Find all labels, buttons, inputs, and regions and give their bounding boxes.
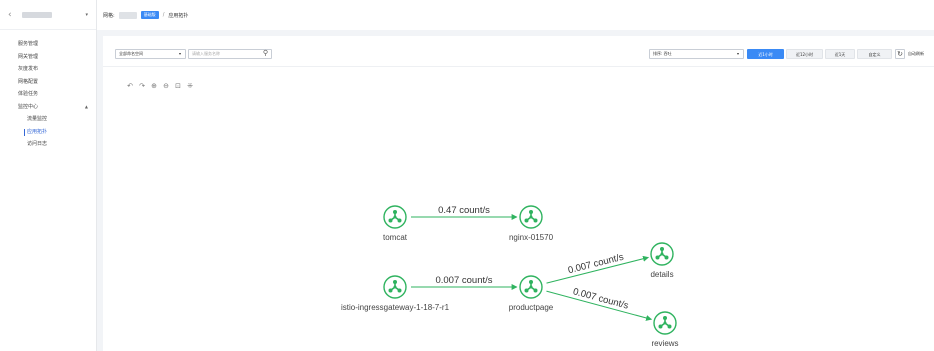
node-label: nginx-01570: [509, 233, 554, 242]
sidebar: ‹ ▾ 服务管理 网关管理 灰度发布 网格配置 体验任务 监控中心 ▲ 流量监控…: [0, 0, 97, 351]
topology-graph: 0.47 count/s 0.007 count/s 0.007 count/s 0.…: [341, 205, 679, 348]
sidebar-item-app-topology[interactable]: 应用拓扑: [0, 126, 96, 139]
breadcrumb-current: 应用拓扑: [168, 12, 189, 19]
sidebar-item-label: 网格配置: [18, 78, 39, 85]
sort-select[interactable]: 排序: 吞吐 ▾: [649, 49, 744, 59]
chevron-up-icon: ▲: [84, 103, 88, 109]
sidebar-item-label: 应用拓扑: [27, 128, 48, 135]
sort-select-value: 排序: 吞吐: [653, 51, 672, 56]
sidebar-item-label: 体验任务: [18, 91, 39, 97]
edge-label: 0.47 count/s: [438, 205, 490, 216]
chevron-down-icon[interactable]: ▾: [85, 12, 88, 18]
search-placeholder: 请输入服务名称: [192, 51, 220, 56]
back-icon[interactable]: ‹: [8, 10, 18, 20]
breadcrumb: 网格: 基础版 / 应用拓扑: [97, 0, 934, 30]
mesh-name-placeholder[interactable]: [118, 11, 137, 19]
sidebar-menu: 服务管理 网关管理 灰度发布 网格配置 体验任务 监控中心 ▲ 流量监控 应用拓…: [0, 30, 96, 151]
sidebar-item-label: 服务管理: [18, 41, 39, 47]
edge-label: 0.007 count/s: [435, 275, 492, 286]
edge-label: 0.007 count/s: [572, 286, 630, 311]
sidebar-item-label: 网关管理: [18, 53, 39, 60]
node-label: istio-ingressgateway-1-18-7-r1: [341, 303, 450, 312]
time-range-1h-button[interactable]: 近1小时: [747, 49, 784, 59]
node-tomcat[interactable]: tomcat: [383, 205, 408, 242]
time-range-12h-button[interactable]: 近12小时: [786, 49, 823, 59]
sidebar-item-label: 监控中心: [18, 103, 39, 110]
auto-refresh-toggle[interactable]: 自动刷新: [908, 49, 924, 59]
breadcrumb-separator: /: [162, 12, 165, 18]
edition-badge: 基础版: [140, 11, 159, 19]
chevron-down-icon: ▾: [178, 51, 181, 56]
sidebar-item-label: 流量监控: [27, 116, 48, 122]
namespace-select[interactable]: 全部命名空间 ▾: [115, 49, 186, 59]
edge-label: 0.007 count/s: [567, 252, 625, 277]
topology-panel: 全部命名空间 ▾ 请输入服务名称 ⚲ 排序: 吞吐 ▾ 近1小时 近12小时 近…: [103, 36, 934, 351]
sidebar-item-canary-release[interactable]: 灰度发布: [0, 63, 96, 76]
node-nginx[interactable]: nginx-01570: [509, 205, 554, 242]
service-search-input[interactable]: 请输入服务名称 ⚲: [188, 49, 272, 59]
node-details[interactable]: details: [650, 242, 674, 279]
node-reviews[interactable]: reviews: [651, 311, 679, 348]
search-icon[interactable]: ⚲: [263, 49, 268, 57]
sidebar-item-monitoring[interactable]: 监控中心 ▲: [0, 101, 96, 114]
node-label: details: [650, 270, 673, 279]
sidebar-header: ‹ ▾: [0, 0, 96, 30]
topology-canvas[interactable]: ↶ ↷ ⊕ ⊖ ⊡ ⁜ 0.47 count/s 0.007 count/s 0.0…: [103, 66, 934, 351]
chevron-down-icon: ▾: [736, 51, 739, 56]
sidebar-item-label: 访问日志: [27, 141, 48, 147]
sidebar-item-services[interactable]: 服务管理: [0, 38, 96, 51]
refresh-icon[interactable]: ↻: [895, 49, 905, 59]
sidebar-item-access-logs[interactable]: 访问日志: [0, 138, 96, 151]
time-range-1d-button[interactable]: 近1天: [825, 49, 855, 59]
sidebar-item-mesh-config[interactable]: 网格配置: [0, 76, 96, 89]
sidebar-item-experience-tasks[interactable]: 体验任务: [0, 88, 96, 101]
node-label: reviews: [651, 339, 678, 348]
sidebar-item-traffic-monitoring[interactable]: 流量监控: [0, 113, 96, 126]
namespace-select-value: 全部命名空间: [119, 51, 143, 56]
breadcrumb-mesh-label: 网格:: [103, 12, 115, 19]
time-range-custom-button[interactable]: 自定义: [857, 49, 892, 59]
node-istio[interactable]: istio-ingressgateway-1-18-7-r1: [341, 275, 450, 312]
mesh-name-placeholder: [22, 11, 52, 18]
sidebar-item-gateways[interactable]: 网关管理: [0, 51, 96, 64]
sidebar-item-label: 灰度发布: [18, 66, 39, 72]
node-productpage[interactable]: productpage: [509, 275, 554, 312]
node-label: productpage: [509, 303, 554, 312]
node-label: tomcat: [383, 233, 408, 242]
